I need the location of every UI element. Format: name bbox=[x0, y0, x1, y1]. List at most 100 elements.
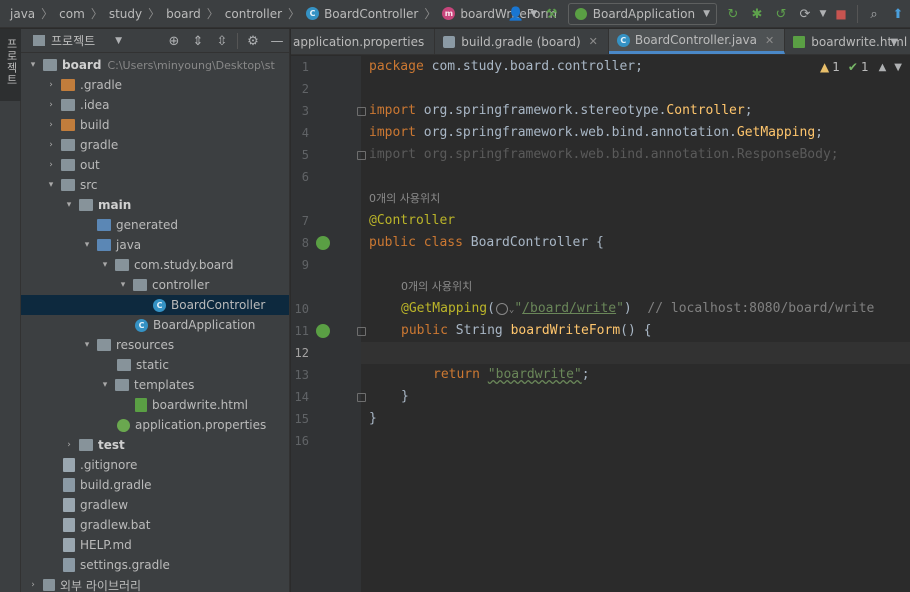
url-link[interactable]: /board/write bbox=[522, 301, 616, 316]
gradle-icon bbox=[443, 35, 456, 48]
tree-item-build[interactable]: › build bbox=[21, 115, 289, 135]
tree-item-resources[interactable]: ▾ resources bbox=[21, 335, 289, 355]
profile-icon[interactable]: ⟳ bbox=[794, 3, 816, 25]
chevron-right-icon[interactable]: › bbox=[45, 140, 57, 150]
update-icon[interactable]: ⬆ bbox=[887, 3, 909, 25]
tree-item-gradle[interactable]: › gradle bbox=[21, 135, 289, 155]
search-icon[interactable]: ⌕ bbox=[863, 3, 885, 25]
gear-icon[interactable]: ⚙ bbox=[242, 30, 264, 52]
chevron-down-icon[interactable]: ▼ bbox=[818, 3, 828, 25]
string: "boardwrite" bbox=[487, 367, 582, 382]
locate-icon[interactable]: ⊕ bbox=[163, 30, 185, 52]
coverage-icon[interactable]: ↺ bbox=[770, 3, 792, 25]
chevron-down-icon[interactable]: ▼ bbox=[894, 62, 902, 73]
tree-item-java[interactable]: ▾ java bbox=[21, 235, 289, 255]
chevron-right-icon[interactable]: › bbox=[45, 160, 57, 170]
chevron-down-icon[interactable]: ▼ bbox=[529, 3, 539, 25]
chevron-down-icon[interactable]: ▾ bbox=[81, 340, 93, 350]
tree-item-test[interactable]: › test bbox=[21, 435, 289, 455]
request-mapping-icon[interactable] bbox=[316, 324, 330, 338]
chevron-down-icon[interactable]: ▼ bbox=[115, 36, 122, 46]
chevron-right-icon[interactable]: › bbox=[45, 120, 57, 130]
tree-item-idea[interactable]: › .idea bbox=[21, 95, 289, 115]
chevron-right-icon[interactable]: › bbox=[45, 100, 57, 110]
breadcrumb-com[interactable]: com bbox=[59, 7, 85, 21]
chevron-down-icon[interactable]: ▾ bbox=[27, 60, 39, 70]
tree-item-external-libraries[interactable]: › 외부 라이브러리 bbox=[21, 575, 289, 592]
markdown-file-icon bbox=[63, 538, 75, 552]
rerun-icon[interactable]: ↻ bbox=[722, 3, 744, 25]
tree-item-help[interactable]: HELP.md bbox=[21, 535, 289, 555]
fold-icon[interactable] bbox=[357, 151, 366, 160]
tree-item-boardcontroller[interactable]: C BoardController bbox=[21, 295, 289, 315]
tree-item-src[interactable]: ▾ src bbox=[21, 175, 289, 195]
fold-icon[interactable] bbox=[357, 107, 366, 116]
generated-folder-icon bbox=[97, 219, 111, 231]
chevron-right-icon[interactable]: › bbox=[27, 580, 39, 590]
tree-item-board[interactable]: ▾ board C:\Users\minyoung\Desktop\st bbox=[21, 55, 289, 75]
tree-item-boardapplication[interactable]: C BoardApplication bbox=[21, 315, 289, 335]
build-hammer-icon[interactable]: ⚒ bbox=[541, 3, 563, 25]
tree-item-gradle-dir[interactable]: › .gradle bbox=[21, 75, 289, 95]
close-icon[interactable]: ✕ bbox=[765, 34, 774, 47]
tree-item-out[interactable]: › out bbox=[21, 155, 289, 175]
tree-item-package[interactable]: ▾ com.study.board bbox=[21, 255, 289, 275]
usage-hint[interactable]: 0개의 사용위치 bbox=[401, 276, 472, 298]
tree-item-label: build bbox=[80, 118, 110, 132]
navigation-bar: java 〉 com 〉 study 〉 board 〉 controller … bbox=[0, 0, 910, 28]
breadcrumb-class[interactable]: C BoardController bbox=[306, 7, 418, 21]
expand-all-icon[interactable]: ⇕ bbox=[187, 30, 209, 52]
code-line-10: @GetMapping(⌄"/board/write") // localhos… bbox=[401, 298, 874, 320]
fold-icon[interactable] bbox=[357, 393, 366, 402]
tree-item-controller[interactable]: ▾ controller bbox=[21, 275, 289, 295]
tab-application-properties[interactable]: application.properties bbox=[291, 29, 436, 54]
spring-bean-icon[interactable] bbox=[316, 236, 330, 250]
chevron-down-icon[interactable]: ▾ bbox=[81, 240, 93, 250]
chevron-down-icon[interactable]: ▾ bbox=[117, 280, 129, 290]
chevron-right-icon[interactable]: › bbox=[45, 80, 57, 90]
run-configuration-select[interactable]: BoardApplication ▼ bbox=[567, 3, 717, 25]
chevron-down-icon[interactable]: ▼ bbox=[890, 29, 898, 54]
project-stripe-label[interactable]: 프로젝트 bbox=[3, 38, 19, 86]
breadcrumb-study[interactable]: study bbox=[109, 7, 142, 21]
tree-item-gradlew[interactable]: gradlew bbox=[21, 495, 289, 515]
stop-icon[interactable]: ■ bbox=[830, 3, 852, 25]
chevron-right-icon: 〉 bbox=[288, 7, 301, 21]
chevron-down-icon[interactable]: ▾ bbox=[45, 180, 57, 190]
debug-icon[interactable]: ✱ bbox=[746, 3, 768, 25]
chevron-down-icon[interactable]: ▾ bbox=[63, 200, 75, 210]
chevron-down-icon[interactable]: ▾ bbox=[99, 380, 111, 390]
code-line-14: } bbox=[401, 389, 409, 404]
code-editor[interactable]: 1 2 3 4 5 6 7 8 9 10 11 12 13 14 15 16 ▲… bbox=[291, 56, 910, 592]
tab-build-gradle[interactable]: build.gradle (board) ✕ bbox=[435, 29, 609, 54]
tree-item-build-gradle[interactable]: build.gradle bbox=[21, 475, 289, 495]
breadcrumb-java[interactable]: java bbox=[10, 7, 35, 21]
project-panel-title[interactable]: 프로젝트 bbox=[51, 32, 95, 49]
fold-icon[interactable] bbox=[357, 327, 366, 336]
chevron-right-icon[interactable]: › bbox=[63, 440, 75, 450]
tree-item-main[interactable]: ▾ main bbox=[21, 195, 289, 215]
run-configuration-label: BoardApplication bbox=[592, 7, 696, 21]
tree-item-static[interactable]: static bbox=[21, 355, 289, 375]
usage-hint[interactable]: 0개의 사용위치 bbox=[369, 188, 440, 210]
tree-item-generated[interactable]: generated bbox=[21, 215, 289, 235]
tab-boardcontroller[interactable]: C BoardController.java ✕ bbox=[608, 29, 786, 54]
inspection-widget[interactable]: ▲ 1 ✔ 1 ▲ ▼ bbox=[820, 60, 902, 74]
tree-item-boardwrite[interactable]: boardwrite.html bbox=[21, 395, 289, 415]
tree-item-app-properties[interactable]: application.properties bbox=[21, 415, 289, 435]
close-icon[interactable]: ✕ bbox=[589, 35, 598, 48]
tab-label: build.gradle (board) bbox=[461, 34, 581, 49]
breadcrumb-controller[interactable]: controller bbox=[225, 7, 282, 21]
minimize-icon[interactable]: — bbox=[266, 30, 288, 52]
breadcrumb-board[interactable]: board bbox=[166, 7, 201, 21]
globe-icon[interactable] bbox=[495, 302, 508, 315]
chevron-up-icon[interactable]: ▲ bbox=[879, 62, 887, 73]
user-icon[interactable]: 👤 bbox=[505, 3, 527, 25]
chevron-down-icon[interactable]: ▾ bbox=[99, 260, 111, 270]
tree-item-gradlew-bat[interactable]: gradlew.bat bbox=[21, 515, 289, 535]
tree-item-templates[interactable]: ▾ templates bbox=[21, 375, 289, 395]
collapse-all-icon[interactable]: ⇳ bbox=[211, 30, 233, 52]
tree-item-label: 외부 라이브러리 bbox=[60, 578, 142, 592]
tree-item-settings-gradle[interactable]: settings.gradle bbox=[21, 555, 289, 575]
tree-item-gitignore[interactable]: .gitignore bbox=[21, 455, 289, 475]
